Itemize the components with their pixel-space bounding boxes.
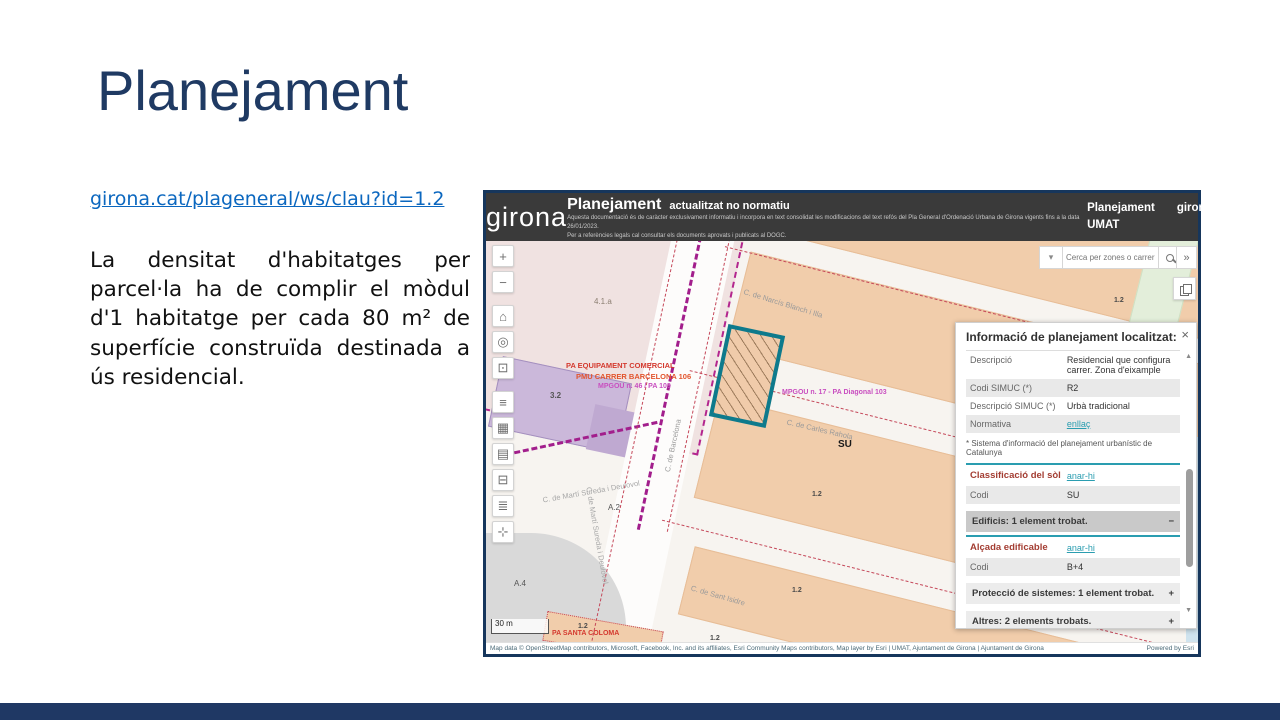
home-button[interactable]: ⌂ xyxy=(492,305,514,327)
header-right-title: Planejament xyxy=(1087,200,1155,217)
simuc-footnote: * Sistema d'informació del planejament u… xyxy=(966,439,1180,457)
plan-label: PA EQUIPAMENT COMERCIAL xyxy=(566,361,675,370)
row-label: Codi xyxy=(970,562,1067,572)
girona-plan-link[interactable]: girona.cat/plageneral/ws/clau?id=1.2 xyxy=(90,188,444,210)
zone-label: 4.1.a xyxy=(594,297,612,306)
zone-label: 1.2 xyxy=(710,635,720,642)
group-header-label: Edificis: 1 element trobat. xyxy=(972,516,1088,527)
zone-label: 1.2 xyxy=(578,623,588,630)
row-value: SU xyxy=(1067,490,1176,500)
zoom-out-button[interactable]: − xyxy=(492,271,514,293)
basemap-gallery-button[interactable]: ▦ xyxy=(492,417,514,439)
pan-button[interactable]: ⊹ xyxy=(492,521,514,543)
scroll-up-icon[interactable]: ▲ xyxy=(1185,353,1192,360)
layers-button[interactable]: ▤ xyxy=(492,443,514,465)
group-header-proteccio[interactable]: Protecció de sistemes: 1 element trobat.… xyxy=(966,583,1180,604)
section-title-alcada: Alçada edificable xyxy=(970,542,1067,553)
legend-button[interactable]: ≡ xyxy=(492,391,514,413)
overview-button[interactable] xyxy=(1173,277,1196,300)
group-header-label: Altres: 2 elements trobats. xyxy=(972,616,1091,627)
print-button[interactable]: ⊟ xyxy=(492,469,514,491)
page-title: Planejament xyxy=(97,58,408,123)
zoom-in-button[interactable]: + xyxy=(492,245,514,267)
expand-icon[interactable]: + xyxy=(1168,588,1174,599)
classificacio-goto-link[interactable]: anar-hi xyxy=(1067,471,1095,481)
info-panel: Informació de planejament localitzat: De… xyxy=(955,322,1197,629)
search-icon xyxy=(1166,254,1174,262)
search-input[interactable] xyxy=(1063,246,1159,269)
bookmarks-button[interactable]: ≣ xyxy=(492,495,514,517)
expand-icon[interactable]: + xyxy=(1168,616,1174,627)
locate-button[interactable]: ◎ xyxy=(492,331,514,353)
body-text: La densitat d'habitatges per parcel·la h… xyxy=(90,246,470,392)
map-attribution: Map data © OpenStreetMap contributors, M… xyxy=(490,645,1044,652)
plan-label: PMU CARRER BARCELONA 106 xyxy=(576,372,691,381)
presentation-slide: Planejament girona.cat/plageneral/ws/cla… xyxy=(0,0,1280,720)
row-value: R2 xyxy=(1067,383,1176,393)
scroll-down-icon[interactable]: ▼ xyxy=(1185,607,1192,614)
app-subtitle: actualitzat no normatiu xyxy=(669,200,789,212)
map-toolbar: + − ⌂ ◎ ⊡ ≡ ▦ ▤ ⊟ ≣ ⊹ xyxy=(492,245,514,543)
map-canvas[interactable]: 4.1.a 3.2 A.2 A.4 SU 1.2 1.2 1.2 1.2 1.2 PA EQUIPA… xyxy=(486,241,1198,642)
info-panel-title: Informació de planejament localitzat: xyxy=(966,330,1180,344)
plan-label: MPGOU n. 46 / PA 103 xyxy=(598,383,671,390)
app-header: girona Planejament actualitzat no normat… xyxy=(486,193,1198,241)
zone-label: 1.2 xyxy=(812,491,822,498)
normativa-link[interactable]: enllaç xyxy=(1067,419,1091,429)
row-label: Descripció xyxy=(970,355,1067,365)
row-label: Descripció SIMUC (*) xyxy=(970,401,1067,411)
collapse-icon[interactable]: − xyxy=(1168,516,1174,527)
plan-label: PA SANTA COLOMA xyxy=(552,630,619,637)
scale-bar: 30 m xyxy=(491,619,549,634)
header-right-subtitle: UMAT xyxy=(1087,217,1155,234)
group-header-edificis[interactable]: Edificis: 1 element trobat. − xyxy=(966,511,1180,532)
app-title: Planejament xyxy=(567,196,661,214)
widget-expand-button[interactable]: » xyxy=(1176,246,1197,269)
alcada-goto-link[interactable]: anar-hi xyxy=(1067,543,1095,553)
close-icon[interactable]: × xyxy=(1181,328,1189,341)
overview-icon xyxy=(1180,284,1190,294)
section-title-classificacio: Classificació del sòl xyxy=(970,470,1067,481)
girona-logo: girona xyxy=(486,202,567,233)
powered-by-esri: Powered by Esri xyxy=(1147,645,1194,652)
disclaimer-line1: Aquesta documentació és de caràcter excl… xyxy=(567,214,1087,232)
fullscreen-button[interactable]: ⊡ xyxy=(492,357,514,379)
disclaimer-line2: Per a referències legals cal consultar e… xyxy=(567,232,1087,241)
row-label: Codi SIMUC (*) xyxy=(970,383,1067,393)
row-label: Codi xyxy=(970,490,1067,500)
map-app-screenshot: girona Planejament actualitzat no normat… xyxy=(483,190,1201,657)
zone-label: A.4 xyxy=(514,579,526,588)
row-value: Residencial que configura carrer. Zona d… xyxy=(1067,355,1176,375)
zone-label: 1.2 xyxy=(792,587,802,594)
panel-scrollbar[interactable] xyxy=(1186,469,1193,567)
header-site-link[interactable]: girona.cat xyxy=(1177,200,1232,235)
row-value: Urbà tradicional xyxy=(1067,401,1176,411)
search-widget: ▾ xyxy=(1039,246,1182,269)
plan-label: MPGOU n. 17 - PA Diagonal 103 xyxy=(782,389,887,396)
slide-accent-bar xyxy=(0,703,1280,720)
zone-label: A.2 xyxy=(608,503,620,512)
group-header-label: Protecció de sistemes: 1 element trobat. xyxy=(972,588,1154,599)
group-header-altres[interactable]: Altres: 2 elements trobats. + xyxy=(966,611,1180,629)
zone-label: 3.2 xyxy=(550,391,561,400)
zone-label: 1.2 xyxy=(1114,297,1124,304)
row-value: B+4 xyxy=(1067,562,1176,572)
row-label: Normativa xyxy=(970,419,1067,429)
search-source-dropdown[interactable]: ▾ xyxy=(1039,246,1063,269)
